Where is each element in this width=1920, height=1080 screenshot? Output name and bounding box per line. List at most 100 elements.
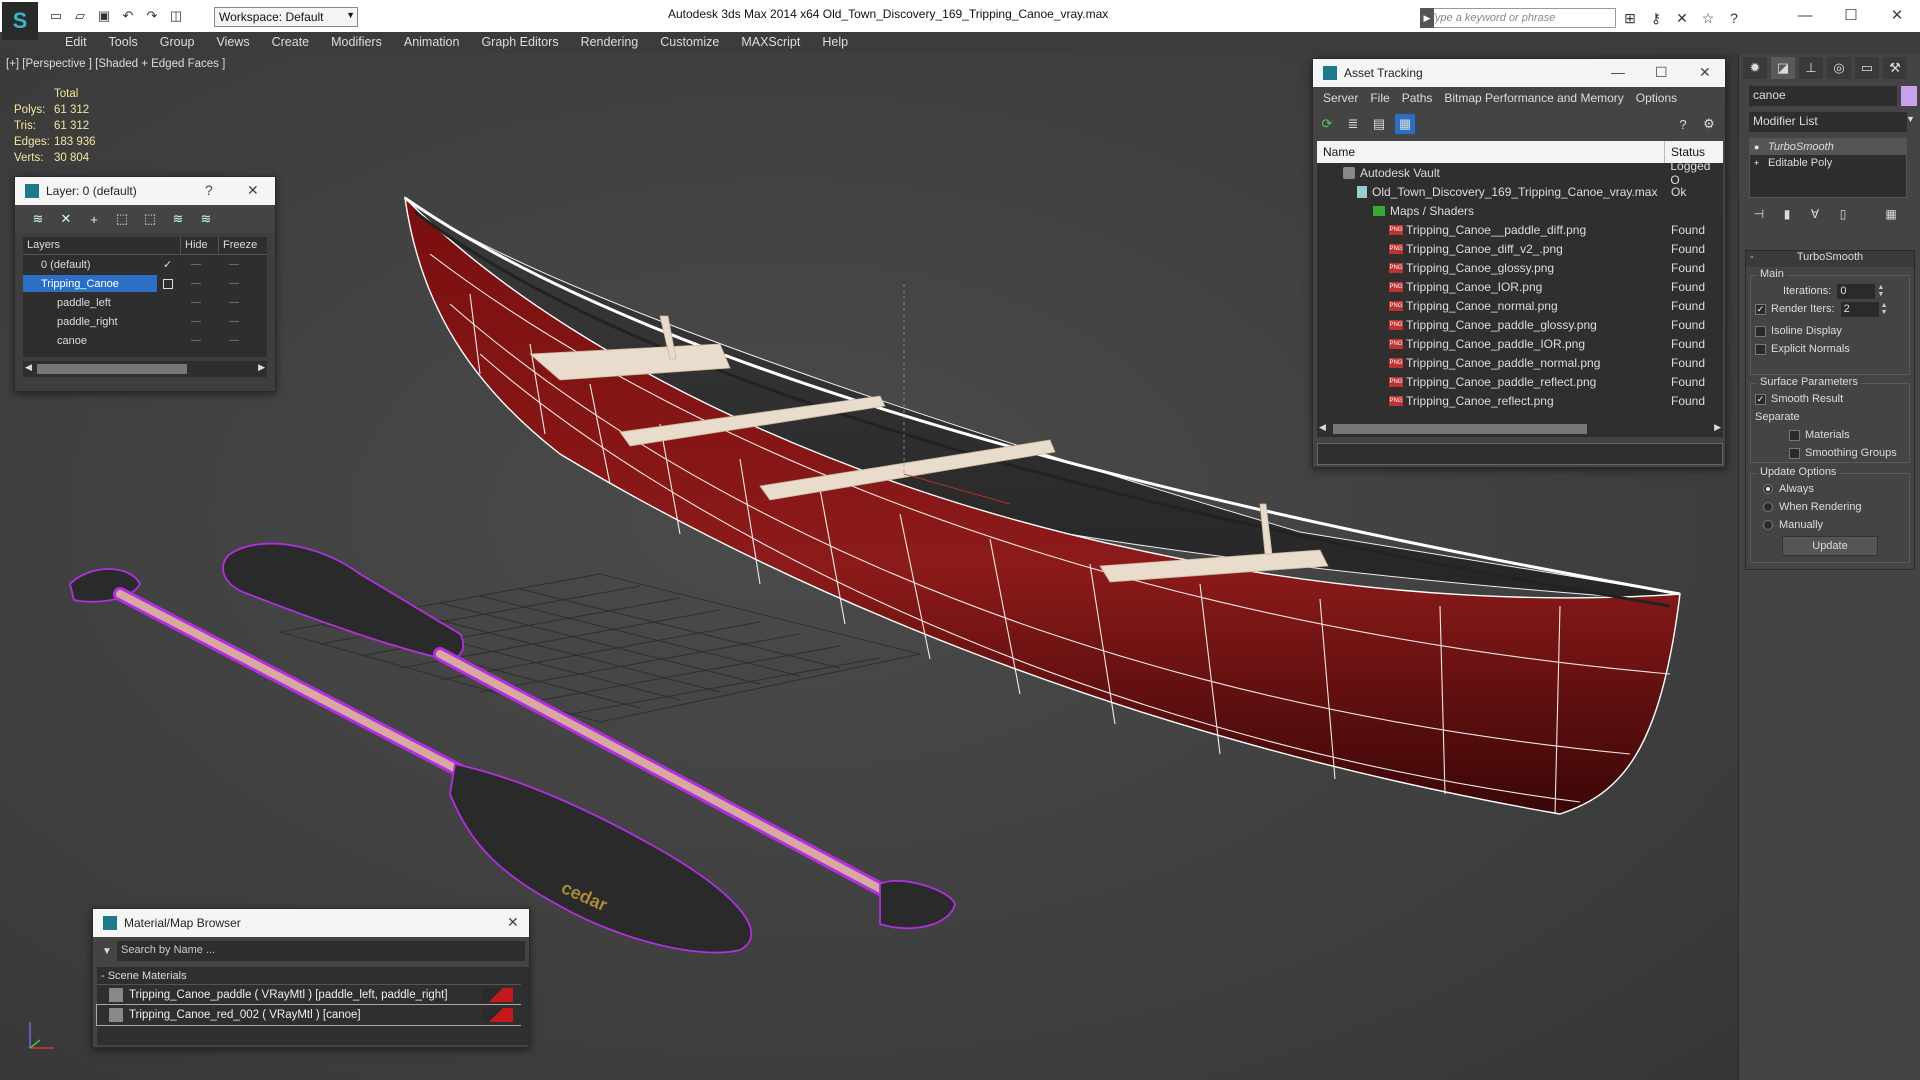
hide-toggle[interactable]: — [191, 297, 201, 308]
menu-bitmap-performance[interactable]: Bitmap Performance and Memory [1438, 91, 1629, 105]
asset-row[interactable]: PNG Tripping_Canoe_IOR.png Found [1317, 277, 1723, 296]
motion-tab-icon[interactable]: ◎ [1827, 57, 1851, 79]
stack-item-turbosmooth[interactable]: ● TurboSmooth [1750, 139, 1906, 155]
hierarchy-tab-icon[interactable]: ⊥ [1799, 57, 1823, 79]
horizontal-scrollbar[interactable]: ◀ ▶ [23, 361, 267, 377]
menu-group[interactable]: Group [149, 32, 206, 54]
set-current-box[interactable] [163, 278, 173, 289]
help-icon[interactable]: ? [1724, 8, 1744, 28]
materials-checkbox[interactable] [1789, 429, 1800, 441]
asset-row[interactable]: PNG Tripping_Canoe_diff_v2_.png Found [1317, 239, 1723, 258]
add-layer-icon[interactable]: + [83, 208, 105, 230]
material-item[interactable]: Tripping_Canoe_paddle ( VRayMtl ) [paddl… [97, 985, 521, 1005]
make-unique-icon[interactable]: ∀ [1805, 204, 1825, 224]
scroll-right-icon[interactable]: ▶ [258, 362, 265, 373]
detail-view-icon[interactable]: ▤ [1369, 114, 1389, 134]
asset-row[interactable]: PNG Tripping_Canoe_normal.png Found [1317, 296, 1723, 315]
minimize-icon[interactable]: — [1782, 0, 1828, 30]
key-icon[interactable]: ⚷ [1646, 8, 1666, 28]
close-icon[interactable]: ✕ [247, 182, 259, 199]
smooth-result-checkbox[interactable]: ✓ [1755, 393, 1766, 405]
undo-icon[interactable]: ↶ [118, 6, 138, 26]
menu-customize[interactable]: Customize [649, 32, 730, 54]
asset-row[interactable]: PNG Tripping_Canoe_paddle_glossy.png Foun… [1317, 315, 1723, 334]
options-icon[interactable]: ⚙ [1699, 114, 1719, 134]
scrollbar-thumb[interactable] [37, 364, 187, 374]
asset-row[interactable]: Old_Town_Discovery_169_Tripping_Canoe_vr… [1317, 182, 1723, 201]
app-menu-button[interactable]: S [2, 2, 38, 40]
hide-toggle[interactable]: — [191, 278, 201, 289]
vertical-scrollbar[interactable] [521, 967, 529, 1045]
freeze-toggle[interactable]: — [229, 335, 239, 346]
select-objects-icon[interactable]: ⬚ [111, 208, 133, 230]
layer-row[interactable]: paddle_left — — [23, 293, 267, 312]
update-button[interactable]: Update [1782, 536, 1878, 556]
asset-row[interactable]: PNG Tripping_Canoe_paddle_IOR.png Found [1317, 334, 1723, 353]
asset-row[interactable]: PNG Tripping_Canoe_reflect.png Found [1317, 391, 1723, 410]
scrollbar-thumb[interactable] [1333, 424, 1587, 434]
hide-toggle[interactable]: — [191, 335, 201, 346]
asset-row[interactable]: PNG Tripping_Canoe_paddle_reflect.png Fou… [1317, 372, 1723, 391]
manually-radio[interactable] [1763, 520, 1773, 530]
modify-tab-icon[interactable]: ◪ [1771, 57, 1795, 79]
expand-plus-icon[interactable]: + [1754, 158, 1759, 168]
menu-rendering[interactable]: Rendering [570, 32, 650, 54]
menu-help[interactable]: Help [811, 32, 859, 54]
maximize-icon[interactable]: ☐ [1828, 0, 1874, 30]
new-file-icon[interactable]: ▭ [46, 6, 66, 26]
show-end-result-icon[interactable]: ▮ [1777, 204, 1797, 224]
asset-row[interactable]: Maps / Shaders [1317, 201, 1723, 220]
rollout-header[interactable]: - TurboSmooth [1746, 251, 1914, 267]
search-input[interactable]: Search by Name ... [117, 941, 525, 961]
explicit-normals-checkbox[interactable] [1755, 343, 1766, 355]
scroll-left-icon[interactable]: ◀ [25, 362, 32, 373]
asset-row[interactable]: PNG Tripping_Canoe_glossy.png Found [1317, 258, 1723, 277]
save-file-icon[interactable]: ▣ [94, 6, 114, 26]
layer-panel-titlebar[interactable]: Layer: 0 (default) ? ✕ [15, 177, 275, 205]
scroll-right-icon[interactable]: ▶ [1714, 422, 1721, 433]
set-current-layer-icon[interactable]: ≋ [167, 208, 189, 230]
menu-paths[interactable]: Paths [1396, 91, 1439, 105]
create-tab-icon[interactable]: ✹ [1743, 57, 1767, 79]
menu-options[interactable]: Options [1630, 91, 1683, 105]
delete-layer-icon[interactable]: ✕ [55, 208, 77, 230]
viewport-label[interactable]: [+] [Perspective ] [Shaded + Edged Faces… [6, 58, 225, 70]
refresh-icon[interactable]: ⟳ [1317, 114, 1337, 134]
asset-panel-titlebar[interactable]: Asset Tracking — ☐ ✕ [1313, 59, 1725, 87]
when-rendering-radio[interactable] [1763, 502, 1773, 512]
scroll-left-icon[interactable]: ◀ [1319, 422, 1326, 433]
spinner-arrows-icon[interactable]: ▲ ▼ [1877, 284, 1884, 298]
column-layers[interactable]: Layers [23, 237, 181, 254]
asset-path-field[interactable] [1317, 443, 1723, 465]
help-button[interactable]: ? [205, 182, 213, 198]
spinner-arrows-icon[interactable]: ▲ ▼ [1881, 302, 1888, 316]
menu-create[interactable]: Create [261, 32, 321, 54]
open-file-icon[interactable]: ▱ [70, 6, 90, 26]
menu-edit[interactable]: Edit [54, 32, 98, 54]
expand-search-icon[interactable]: ▶ [1420, 8, 1434, 28]
binoculars-icon[interactable]: ⊞ [1620, 8, 1640, 28]
column-name[interactable]: Name [1317, 141, 1665, 163]
layer-row[interactable]: canoe — — [23, 331, 267, 350]
modifier-list-dropdown[interactable]: Modifier List ▼ [1749, 112, 1915, 132]
menu-server[interactable]: Server [1317, 91, 1364, 105]
freeze-toggle[interactable]: — [229, 316, 239, 327]
minimize-icon[interactable]: — [1611, 64, 1625, 80]
close-icon[interactable]: ✕ [1874, 0, 1920, 30]
remove-modifier-icon[interactable]: ▯ [1833, 204, 1853, 224]
menu-graph-editors[interactable]: Graph Editors [470, 32, 569, 54]
isoline-checkbox[interactable] [1755, 325, 1766, 337]
lightbulb-icon[interactable]: ● [1754, 142, 1759, 152]
scene-materials-group[interactable]: - Scene Materials [97, 967, 521, 985]
asset-row[interactable]: Autodesk Vault Logged O [1317, 159, 1723, 187]
always-radio[interactable] [1763, 484, 1773, 494]
smoothing-groups-checkbox[interactable] [1789, 447, 1800, 459]
freeze-toggle[interactable]: — [229, 297, 239, 308]
hide-toggle[interactable]: — [191, 316, 201, 327]
menu-tools[interactable]: Tools [98, 32, 149, 54]
layer-row[interactable]: paddle_right — — [23, 312, 267, 331]
search-input[interactable]: Type a keyword or phrase [1422, 8, 1616, 28]
object-color-swatch[interactable] [1901, 86, 1917, 106]
menu-file[interactable]: File [1364, 91, 1395, 105]
workspace-dropdown[interactable]: Workspace: Default ▼ [214, 7, 358, 27]
